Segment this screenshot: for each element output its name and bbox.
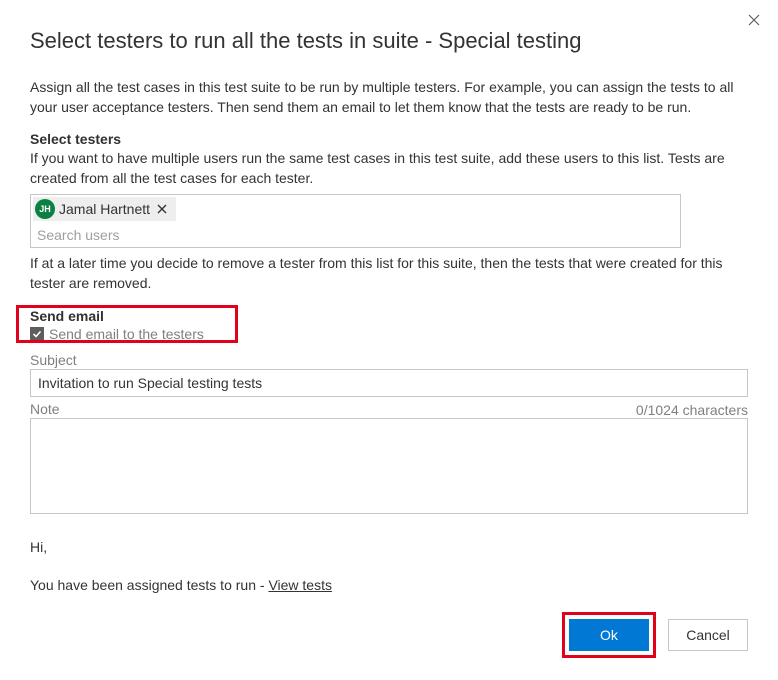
send-email-checkbox-label: Send email to the testers (49, 326, 204, 342)
remove-tester-button[interactable] (154, 201, 170, 217)
preview-body-line: You have been assigned tests to run - Vi… (30, 577, 748, 593)
subject-label: Subject (30, 352, 748, 368)
remove-icon (157, 204, 167, 214)
search-users-input[interactable] (31, 223, 680, 247)
send-email-checkbox[interactable] (30, 327, 44, 341)
note-label: Note (30, 401, 60, 417)
close-icon (748, 14, 760, 26)
dialog-intro: Assign all the test cases in this test s… (30, 78, 748, 117)
cancel-button[interactable]: Cancel (668, 619, 748, 651)
send-email-label: Send email (30, 308, 748, 324)
dialog-container: Select testers to run all the tests in s… (0, 0, 778, 680)
close-button[interactable] (744, 10, 764, 30)
avatar: JH (35, 199, 55, 219)
subject-input[interactable] (30, 369, 748, 397)
email-preview: Hi, You have been assigned tests to run … (30, 539, 748, 593)
tester-remove-note: If at a later time you decide to remove … (30, 254, 748, 293)
tester-picker[interactable]: JH Jamal Hartnett (30, 194, 681, 248)
ok-button[interactable]: Ok (569, 619, 649, 651)
select-testers-help: If you want to have multiple users run t… (30, 149, 748, 188)
view-tests-link[interactable]: View tests (268, 577, 332, 593)
highlight-ok-button: Ok (562, 612, 656, 658)
note-textarea[interactable] (30, 418, 748, 514)
preview-greeting: Hi, (30, 539, 748, 555)
check-icon (32, 329, 42, 339)
tester-chip-row: JH Jamal Hartnett (31, 195, 680, 223)
dialog-title: Select testers to run all the tests in s… (30, 28, 748, 54)
preview-body: You have been assigned tests to run - (30, 577, 268, 593)
tester-chip: JH Jamal Hartnett (33, 197, 176, 221)
dialog-buttons: Ok Cancel (562, 612, 748, 658)
note-char-count: 0/1024 characters (636, 402, 748, 418)
select-testers-label: Select testers (30, 131, 748, 147)
tester-chip-name: Jamal Hartnett (59, 201, 150, 217)
